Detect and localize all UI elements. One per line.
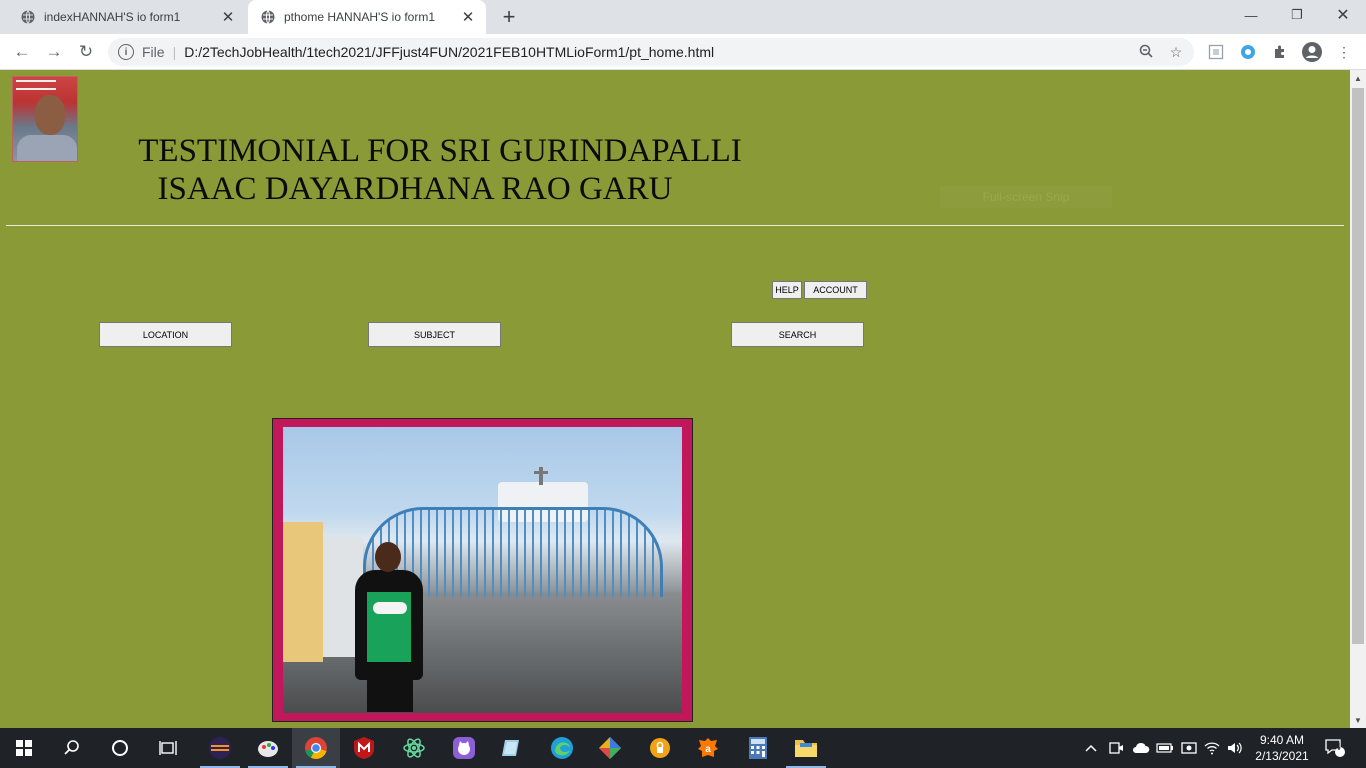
meet-now-icon[interactable] [1108, 728, 1124, 768]
title-line-2: ISAAC DAYARDHANA RAO GARU [157, 171, 673, 207]
search-icon[interactable] [48, 728, 96, 768]
address-bar[interactable]: i File | D:/2TechJobHealth/1tech2021/JFF… [108, 38, 1194, 66]
forward-arrow-icon[interactable]: → [42, 40, 66, 64]
account-button[interactable]: ACCOUNT [804, 281, 867, 299]
window-close-icon[interactable]: ✕ [1320, 0, 1366, 30]
scroll-up-arrow-icon[interactable]: ▲ [1350, 70, 1366, 86]
display-settings-icon[interactable] [1180, 728, 1198, 768]
header-divider [6, 225, 1344, 226]
windows-start-icon[interactable] [0, 728, 48, 768]
back-arrow-icon[interactable]: ← [10, 40, 34, 64]
paint-app-icon[interactable] [244, 728, 292, 768]
clock-date: 2/13/2021 [1255, 749, 1309, 763]
svg-text:a: a [705, 744, 711, 755]
chrome-icon[interactable] [292, 728, 340, 768]
extension-circle-icon[interactable] [1238, 42, 1258, 62]
wifi-icon[interactable] [1204, 728, 1220, 768]
profile-avatar-icon[interactable] [1300, 40, 1324, 64]
eclipse-icon[interactable] [196, 728, 244, 768]
zoom-icon[interactable] [1134, 44, 1158, 61]
url-text[interactable]: D:/2TechJobHealth/1tech2021/JFFjust4FUN/… [184, 44, 1134, 60]
system-clock[interactable]: 9:40 AM 2/13/2021 [1240, 732, 1324, 764]
color-diamond-app-icon[interactable] [586, 728, 634, 768]
subject-button[interactable]: SUBJECT [368, 322, 501, 347]
location-button[interactable]: LOCATION [99, 322, 232, 347]
mcafee-shield-icon[interactable] [340, 728, 388, 768]
page-scrollbar[interactable]: ▲ ▼ [1350, 70, 1366, 728]
blue-notebook-icon[interactable] [488, 728, 536, 768]
browser-toolbar: ← → ↻ i File | D:/2TechJobHealth/1tech20… [0, 34, 1366, 70]
file-explorer-icon[interactable] [782, 728, 830, 768]
tab-strip: indexHANNAH'S io form1 ✕ pthome HANNAH'S… [0, 0, 1366, 34]
search-button[interactable]: SEARCH [731, 322, 864, 347]
calculator-icon[interactable] [734, 728, 782, 768]
new-tab-plus-icon[interactable]: + [496, 4, 522, 29]
info-icon[interactable]: i [118, 44, 134, 60]
photo-frame [272, 418, 693, 722]
address-divider: | [172, 44, 177, 60]
help-button[interactable]: HELP [772, 281, 802, 299]
reload-icon[interactable]: ↻ [74, 40, 98, 64]
avast-icon[interactable]: a [684, 728, 732, 768]
github-desktop-icon[interactable] [440, 728, 488, 768]
extension-square-icon[interactable] [1206, 42, 1226, 62]
tab-close-icon[interactable]: ✕ [456, 5, 480, 29]
tab-index-form[interactable]: indexHANNAH'S io form1 ✕ [8, 0, 246, 34]
extensions-puzzle-icon[interactable] [1270, 42, 1290, 62]
menu-kebab-icon[interactable]: ⋮ [1334, 42, 1354, 62]
portrait-image [12, 76, 78, 162]
edge-browser-icon[interactable] [538, 728, 586, 768]
full-screen-snip-button[interactable]: Full-screen Snip [940, 186, 1112, 208]
globe-icon [260, 9, 276, 25]
globe-icon [20, 9, 36, 25]
clock-time: 9:40 AM [1259, 733, 1305, 747]
task-view-icon[interactable] [144, 728, 192, 768]
onedrive-cloud-icon[interactable] [1132, 728, 1150, 768]
bookmark-star-icon[interactable]: ☆ [1164, 44, 1188, 61]
battery-plug-icon[interactable] [1156, 728, 1174, 768]
windows-taskbar: a 9:40 AM 2/13/2021 4 [0, 728, 1366, 768]
church-gate-photo [283, 427, 682, 713]
page-content: TESTIMONIAL FOR SRI GURINDAPALLI ISAAC D… [0, 70, 1350, 728]
notification-count-badge: 4 [1335, 742, 1341, 753]
tab-title: indexHANNAH'S io form1 [44, 10, 181, 24]
scrollbar-thumb[interactable] [1352, 88, 1364, 644]
tab-close-icon[interactable]: ✕ [216, 5, 240, 29]
cortana-circle-icon[interactable] [96, 728, 144, 768]
action-center-notification-icon[interactable]: 4 [1324, 728, 1346, 768]
vpn-shield-icon[interactable] [636, 728, 684, 768]
restore-icon[interactable]: ❐ [1274, 0, 1320, 30]
tab-pthome-form[interactable]: pthome HANNAH'S io form1 ✕ [248, 0, 486, 34]
scheme-label: File [142, 44, 165, 60]
scroll-down-arrow-icon[interactable]: ▼ [1350, 712, 1366, 728]
title-line-1: TESTIMONIAL FOR SRI GURINDAPALLI [138, 133, 742, 169]
atom-editor-icon[interactable] [390, 728, 438, 768]
page-title: TESTIMONIAL FOR SRI GURINDAPALLI ISAAC D… [90, 132, 790, 208]
minimize-icon[interactable]: — [1228, 0, 1274, 30]
tab-title: pthome HANNAH'S io form1 [284, 10, 436, 24]
show-hidden-icons-chevron[interactable] [1084, 728, 1098, 768]
